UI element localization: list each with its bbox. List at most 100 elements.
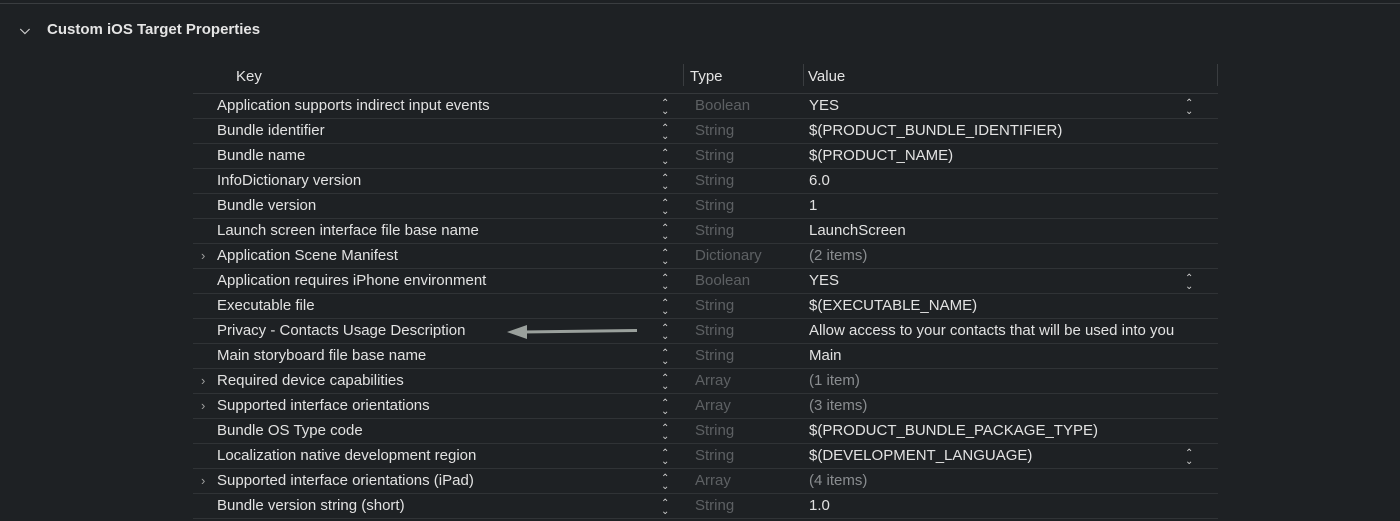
- key-stepper-icon[interactable]: ⌃ ⌄: [661, 199, 669, 217]
- table-row[interactable]: › Application Scene Manifest ⌃ ⌄ Dictionary (…: [193, 244, 1218, 269]
- key-stepper-icon[interactable]: ⌃ ⌄: [661, 224, 669, 242]
- key-stepper-icon[interactable]: ⌃ ⌄: [661, 174, 669, 192]
- row-key[interactable]: Main storyboard file base name: [217, 347, 426, 364]
- row-key[interactable]: Localization native development region: [217, 447, 476, 464]
- row-value[interactable]: Allow access to your contacts that will …: [809, 322, 1174, 339]
- table-row[interactable]: › Required device capabilities ⌃ ⌄ Array (1 i…: [193, 369, 1218, 394]
- table-row[interactable]: Privacy - Contacts Usage Description ⌃ ⌄ St…: [193, 319, 1218, 344]
- row-value[interactable]: $(DEVELOPMENT_LANGUAGE): [809, 447, 1032, 464]
- row-type[interactable]: String: [695, 422, 734, 439]
- key-stepper-icon[interactable]: ⌃ ⌄: [661, 324, 669, 342]
- row-type[interactable]: String: [695, 297, 734, 314]
- table-row[interactable]: Localization native development region ⌃ ⌄…: [193, 444, 1218, 469]
- chevron-down-icon[interactable]: ⌵: [20, 22, 34, 38]
- row-type[interactable]: String: [695, 447, 734, 464]
- key-stepper-icon[interactable]: ⌃ ⌄: [661, 474, 669, 492]
- row-key[interactable]: Launch screen interface file base name: [217, 222, 479, 239]
- table-row[interactable]: Bundle version string (short) ⌃ ⌄ String 1.0: [193, 494, 1218, 519]
- row-value[interactable]: Main: [809, 347, 842, 364]
- value-popup-stepper-icon[interactable]: ⌃ ⌄: [1185, 274, 1193, 292]
- row-value[interactable]: $(PRODUCT_NAME): [809, 147, 953, 164]
- column-header-key[interactable]: Key: [236, 68, 262, 85]
- key-stepper-icon[interactable]: ⌃ ⌄: [661, 374, 669, 392]
- row-key[interactable]: Bundle name: [217, 147, 305, 164]
- section-header[interactable]: ⌵ Custom iOS Target Properties: [20, 21, 260, 38]
- row-type[interactable]: Boolean: [695, 272, 750, 289]
- key-stepper-icon[interactable]: ⌃ ⌄: [661, 249, 669, 267]
- key-stepper-icon[interactable]: ⌃ ⌄: [661, 449, 669, 467]
- row-value[interactable]: 6.0: [809, 172, 830, 189]
- table-row[interactable]: InfoDictionary version ⌃ ⌄ String 6.0: [193, 169, 1218, 194]
- row-type[interactable]: String: [695, 497, 734, 514]
- row-value[interactable]: 1: [809, 197, 817, 214]
- row-key[interactable]: Privacy - Contacts Usage Description: [217, 322, 465, 339]
- row-type[interactable]: Dictionary: [695, 247, 762, 264]
- row-type[interactable]: Array: [695, 397, 731, 414]
- row-value[interactable]: (2 items): [809, 247, 867, 264]
- table-row[interactable]: Bundle name ⌃ ⌄ String $(PRODUCT_NAME): [193, 144, 1218, 169]
- row-type[interactable]: String: [695, 122, 734, 139]
- row-key[interactable]: Bundle version string (short): [217, 497, 405, 514]
- row-type[interactable]: Boolean: [695, 97, 750, 114]
- row-type[interactable]: Array: [695, 372, 731, 389]
- row-key[interactable]: Application Scene Manifest: [217, 247, 398, 264]
- table-row[interactable]: Application supports indirect input even…: [193, 94, 1218, 119]
- row-key[interactable]: Application supports indirect input even…: [217, 97, 490, 114]
- row-type[interactable]: Array: [695, 472, 731, 489]
- row-value[interactable]: (4 items): [809, 472, 867, 489]
- table-row[interactable]: Application requires iPhone environment ⌃…: [193, 269, 1218, 294]
- row-value[interactable]: $(PRODUCT_BUNDLE_PACKAGE_TYPE): [809, 422, 1098, 439]
- row-type[interactable]: String: [695, 222, 734, 239]
- table-row[interactable]: Launch screen interface file base name ⌃ ⌄…: [193, 219, 1218, 244]
- row-type[interactable]: String: [695, 197, 734, 214]
- row-key[interactable]: Supported interface orientations (iPad): [217, 472, 474, 489]
- table-row[interactable]: Bundle identifier ⌃ ⌄ String $(PRODUCT_BUNDL…: [193, 119, 1218, 144]
- row-value[interactable]: (3 items): [809, 397, 867, 414]
- value-popup-stepper-icon[interactable]: ⌃ ⌄: [1185, 99, 1193, 117]
- table-row[interactable]: Main storyboard file base name ⌃ ⌄ String Ma…: [193, 344, 1218, 369]
- row-key[interactable]: Bundle OS Type code: [217, 422, 363, 439]
- row-key[interactable]: Application requires iPhone environment: [217, 272, 486, 289]
- disclosure-chevron-right-icon[interactable]: ›: [201, 373, 205, 388]
- key-stepper-icon[interactable]: ⌃ ⌄: [661, 424, 669, 442]
- row-value[interactable]: $(PRODUCT_BUNDLE_IDENTIFIER): [809, 122, 1062, 139]
- table-row[interactable]: Bundle OS Type code ⌃ ⌄ String $(PRODUCT_BUN…: [193, 419, 1218, 444]
- row-key[interactable]: Bundle identifier: [217, 122, 325, 139]
- key-stepper-icon[interactable]: ⌃ ⌄: [661, 349, 669, 367]
- key-stepper-icon[interactable]: ⌃ ⌄: [661, 399, 669, 417]
- table-row[interactable]: › Supported interface orientations ⌃ ⌄ Array…: [193, 394, 1218, 419]
- key-stepper-icon[interactable]: ⌃ ⌄: [661, 124, 669, 142]
- column-separator[interactable]: [683, 64, 684, 86]
- key-stepper-icon[interactable]: ⌃ ⌄: [661, 274, 669, 292]
- disclosure-chevron-right-icon[interactable]: ›: [201, 398, 205, 413]
- table-row[interactable]: › Supported interface orientations (iPad)…: [193, 469, 1218, 494]
- row-key[interactable]: Required device capabilities: [217, 372, 404, 389]
- row-value[interactable]: YES: [809, 272, 839, 289]
- row-type[interactable]: String: [695, 147, 734, 164]
- key-stepper-icon[interactable]: ⌃ ⌄: [661, 299, 669, 317]
- row-value[interactable]: 1.0: [809, 497, 830, 514]
- row-key[interactable]: Bundle version: [217, 197, 316, 214]
- row-type[interactable]: String: [695, 347, 734, 364]
- key-stepper-icon[interactable]: ⌃ ⌄: [661, 149, 669, 167]
- column-header-type[interactable]: Type: [690, 68, 723, 85]
- row-type[interactable]: String: [695, 322, 734, 339]
- table-row[interactable]: Bundle version ⌃ ⌄ String 1: [193, 194, 1218, 219]
- value-popup-stepper-icon[interactable]: ⌃ ⌄: [1185, 449, 1193, 467]
- row-key[interactable]: InfoDictionary version: [217, 172, 361, 189]
- table-row[interactable]: Executable file ⌃ ⌄ String $(EXECUTABLE_NAME…: [193, 294, 1218, 319]
- key-stepper-icon[interactable]: ⌃ ⌄: [661, 99, 669, 117]
- row-value[interactable]: $(EXECUTABLE_NAME): [809, 297, 977, 314]
- row-value[interactable]: YES: [809, 97, 839, 114]
- column-separator[interactable]: [1217, 64, 1218, 86]
- row-value[interactable]: (1 item): [809, 372, 860, 389]
- disclosure-chevron-right-icon[interactable]: ›: [201, 473, 205, 488]
- row-key[interactable]: Executable file: [217, 297, 315, 314]
- row-value[interactable]: LaunchScreen: [809, 222, 906, 239]
- column-header-value[interactable]: Value: [808, 68, 845, 85]
- disclosure-chevron-right-icon[interactable]: ›: [201, 248, 205, 263]
- column-separator[interactable]: [803, 64, 804, 86]
- row-key[interactable]: Supported interface orientations: [217, 397, 430, 414]
- key-stepper-icon[interactable]: ⌃ ⌄: [661, 499, 669, 517]
- row-type[interactable]: String: [695, 172, 734, 189]
